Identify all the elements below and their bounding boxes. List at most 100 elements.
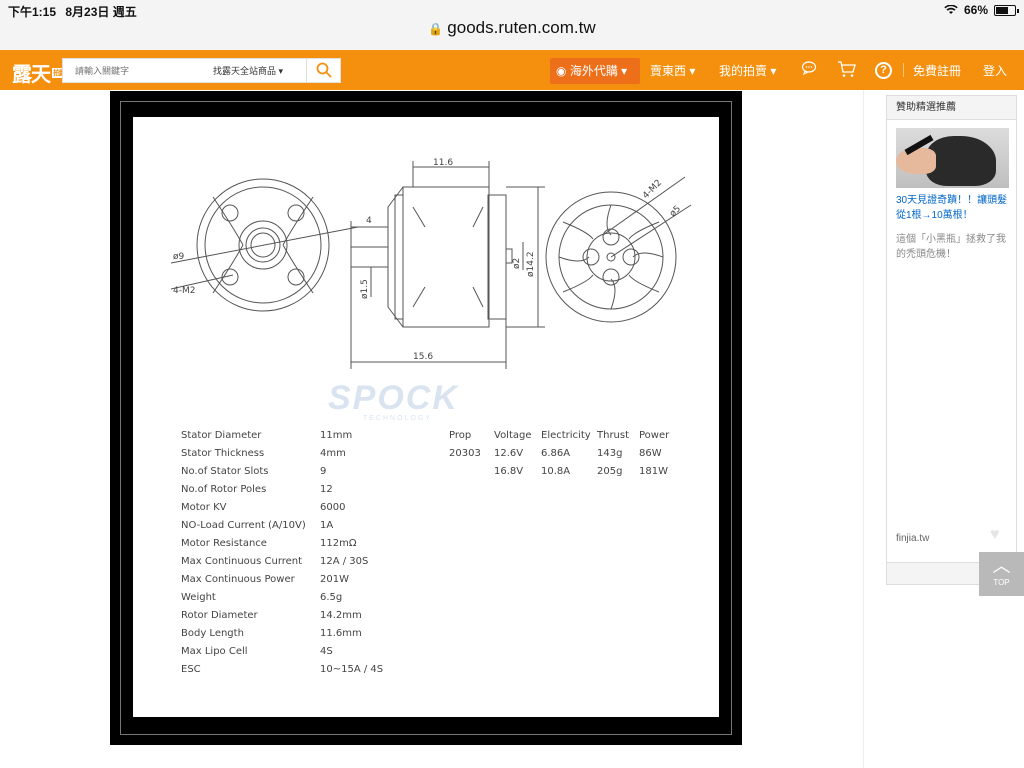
spec-table: Stator Diameter 11mm Stator Thickness 4mm No… (181, 427, 430, 679)
ad-source[interactable]: finjia.tw (896, 533, 929, 544)
nav-overseas-label: 海外代購 ▾ (569, 64, 628, 78)
search-button[interactable] (306, 59, 340, 82)
spec-row: Motor Resistance 112mΩ (181, 535, 430, 553)
perf-cell (449, 463, 494, 481)
spec-row: ESC 10~15A / 4S (181, 661, 430, 679)
url-bar[interactable]: 🔒 goods.ruten.com.tw (0, 18, 1024, 38)
dim-15-6: 15.6 (413, 352, 433, 362)
spec-value: 14.2mm (320, 610, 362, 621)
spec-label: Motor KV (181, 502, 227, 513)
motor-drawing: ø9 4-M2 11.6 4 ø1.5 15.6 ø2 ø14.2 4-M2 ø… (170, 158, 692, 369)
battery-percent: 66% (963, 3, 988, 17)
nav-overseas-button[interactable]: ◉ 海外代購 ▾ (550, 58, 640, 84)
spec-row: Weight 6.5g (181, 589, 430, 607)
perf-cell: 6.86A (541, 448, 571, 459)
chevron-up-icon: ︿ (992, 556, 1011, 576)
ad-image[interactable] (896, 128, 1009, 188)
status-time: 下午1:15 (8, 5, 57, 19)
ad-description: 這個「小黑瓶」拯救了我的禿頭危機！ (896, 234, 1006, 260)
spec-row: Body Length 11.6mm (181, 625, 430, 643)
spec-row: Max Continuous Power 201W (181, 571, 430, 589)
perf-header-cell: Voltage (494, 430, 532, 441)
perf-row: 16.8V 10.8A 205g 181W (449, 463, 679, 481)
spec-row: Max Continuous Current 12A / 30S (181, 553, 430, 571)
search-icon (316, 62, 332, 78)
spec-sheet: ø9 4-M2 11.6 4 ø1.5 15.6 ø2 ø14.2 4-M2 ø… (133, 117, 719, 717)
sponsored-title: 贊助精選推薦 (887, 96, 1016, 120)
url-text: goods.ruten.com.tw (447, 18, 596, 37)
ruten-logo[interactable]: 露天 拍賣 (12, 58, 66, 87)
ad-title-link[interactable]: 30天見證奇蹟！！讓頭髮從1根→10萬根！ (896, 193, 1011, 223)
wifi-icon (944, 5, 958, 14)
dim-d1-5: ø1.5 (360, 279, 370, 299)
nav-sell[interactable]: 賣東西 ▾ (650, 58, 695, 84)
spec-row: Stator Thickness 4mm (181, 445, 430, 463)
perf-cell: 12.6V (494, 448, 524, 459)
perf-cell: 205g (597, 466, 623, 477)
spec-label: Max Continuous Power (181, 574, 295, 585)
performance-table: Prop Voltage Electricity Thrust Power 20303 12… (449, 427, 679, 481)
spec-row: No.of Stator Slots 9 (181, 463, 430, 481)
perf-cell: 181W (639, 466, 668, 477)
battery-icon (994, 4, 1019, 16)
search-scope-dropdown[interactable]: 找露天全站商品 ▾ (213, 64, 283, 77)
spec-label: No.of Stator Slots (181, 466, 269, 477)
spec-label: Rotor Diameter (181, 610, 258, 621)
status-date: 8月23日 週五 (65, 5, 137, 19)
top-label: TOP (993, 578, 1010, 587)
watermark: SPOCK (328, 379, 459, 417)
dim-d5: ø5 (668, 204, 683, 219)
nav-my-auction[interactable]: 我的拍賣 ▾ (719, 58, 776, 84)
spec-label: Max Lipo Cell (181, 646, 248, 657)
register-link[interactable]: 免費註冊 (913, 58, 961, 84)
spec-value: 6.5g (320, 592, 343, 603)
search-input[interactable] (63, 59, 203, 82)
spec-row: Motor KV 6000 (181, 499, 430, 517)
spec-value: 201W (320, 574, 349, 585)
spec-value: 9 (320, 466, 327, 477)
status-bar: 下午1:15 8月23日 週五 66% 🔒 goods.ruten.com.tw (0, 0, 1024, 50)
spec-value: 12 (320, 484, 333, 495)
spec-value: 6000 (320, 502, 346, 513)
nav-divider (903, 63, 904, 77)
login-link[interactable]: 登入 (983, 58, 1007, 84)
spec-row: Max Lipo Cell 4S (181, 643, 430, 661)
dim-4: 4 (366, 216, 372, 226)
spec-value: 4S (320, 646, 333, 657)
perf-cell: 86W (639, 448, 662, 459)
product-image[interactable]: ø9 4-M2 11.6 4 ø1.5 15.6 ø2 ø14.2 4-M2 ø… (110, 91, 742, 745)
logo-text: 露天 (12, 62, 51, 86)
spec-row: No.of Rotor Poles 12 (181, 481, 430, 499)
perf-header-cell: Electricity (541, 430, 591, 441)
back-to-top-button[interactable]: ︿ TOP (979, 552, 1024, 596)
perf-header-cell: Prop (449, 430, 472, 441)
cart-icon[interactable] (837, 60, 857, 84)
dim-4m2-right: 4-M2 (641, 178, 664, 201)
sponsored-panel: 贊助精選推薦 30天見證奇蹟！！讓頭髮從1根→10萬根！ 這個「小黑瓶」拯救了我… (886, 95, 1017, 585)
page-root: 下午1:15 8月23日 週五 66% 🔒 goods.ruten.com.tw … (0, 0, 1024, 768)
spec-value: 11mm (320, 430, 353, 441)
chat-icon[interactable] (801, 60, 817, 82)
perf-row: 20303 12.6V 6.86A 143g 86W (449, 445, 679, 463)
help-icon[interactable]: ? (875, 62, 892, 79)
perf-cell: 143g (597, 448, 623, 459)
status-right: 66% (944, 3, 1019, 17)
spec-value: 1A (320, 520, 334, 531)
dim-d14-2: ø14.2 (526, 251, 536, 277)
spec-label: Max Continuous Current (181, 556, 303, 567)
dim-d9: ø9 (173, 252, 185, 262)
ad-image-hand (896, 148, 936, 174)
spec-label: Motor Resistance (181, 538, 267, 549)
dim-d2: ø2 (512, 258, 522, 269)
globe-icon: ◉ (556, 64, 567, 78)
search-box: 找露天全站商品 ▾ (62, 58, 341, 83)
spec-row: Rotor Diameter 14.2mm (181, 607, 430, 625)
perf-header-row: Prop Voltage Electricity Thrust Power (449, 427, 679, 445)
heart-icon[interactable]: ♥ (990, 526, 1000, 544)
spec-label: Stator Diameter (181, 430, 262, 441)
column-divider (863, 90, 864, 768)
ad-image-hair (926, 136, 996, 186)
spec-label: ESC (181, 664, 201, 675)
spec-value: 10~15A / 4S (320, 664, 384, 675)
perf-header-cell: Thrust (597, 430, 630, 441)
